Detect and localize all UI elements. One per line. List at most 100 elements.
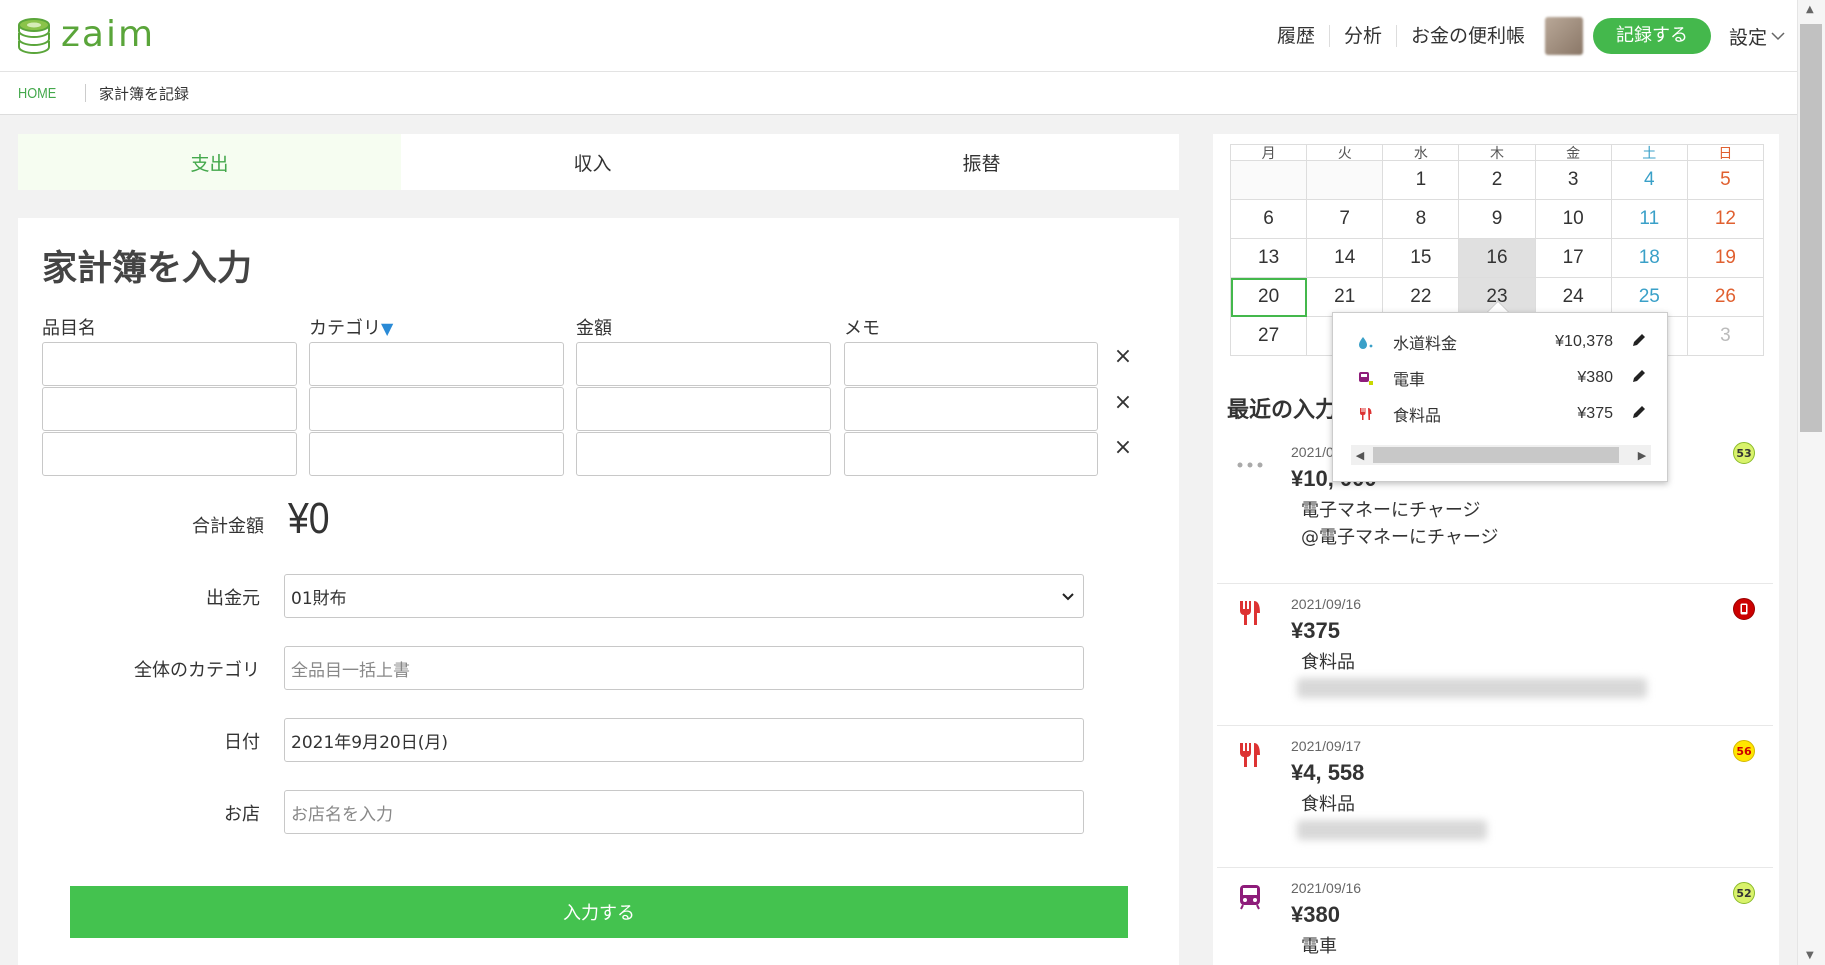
entry-memo: @電子マネーにチャージ — [1301, 527, 1499, 548]
pencil-icon[interactable] — [1631, 368, 1647, 388]
popup-item-amount: ¥375 — [1577, 405, 1613, 422]
popup-item[interactable]: 水道料金 ¥10,378 — [1333, 327, 1669, 357]
calendar-day-today[interactable]: 20 — [1229, 277, 1308, 317]
amount-input[interactable] — [576, 342, 831, 386]
source-label: 出金元 — [206, 588, 260, 609]
calendar-day[interactable]: 8 — [1382, 199, 1460, 239]
calendar-day[interactable]: 5 — [1686, 160, 1765, 200]
calendar-day-next-month[interactable]: 3 — [1686, 316, 1765, 356]
overall-category-input[interactable]: 全品目一括上書 — [284, 646, 1084, 690]
calendar-day[interactable]: 15 — [1382, 238, 1460, 278]
item-name-input[interactable] — [42, 432, 297, 476]
chevron-down-icon — [1771, 31, 1785, 40]
calendar-day[interactable]: 27 — [1229, 316, 1308, 356]
calendar-day[interactable]: 13 — [1229, 238, 1308, 278]
date-input[interactable]: 2021年9月20日(月) — [284, 718, 1084, 762]
zaim-logo[interactable]: zaim — [17, 16, 155, 54]
memo-input[interactable] — [844, 342, 1098, 386]
calendar-day[interactable]: 21 — [1306, 277, 1384, 317]
calendar-day-selected[interactable]: 16 — [1458, 238, 1536, 278]
calendar-week: 6 7 8 9 10 11 12 — [1229, 199, 1765, 239]
weekday-thu: 木 — [1458, 144, 1536, 161]
right-panel: 月 火 水 木 金 土 日 1 2 3 4 5 6 7 8 9 10 11 12… — [1213, 134, 1779, 965]
column-label-item: 品目名 — [42, 318, 96, 339]
pencil-icon[interactable] — [1631, 332, 1647, 352]
source-select[interactable]: 01財布 — [284, 574, 1084, 618]
calendar-day[interactable]: 6 — [1229, 199, 1308, 239]
coin-stack-icon — [17, 16, 53, 54]
memo-input[interactable] — [844, 432, 1098, 476]
train-icon — [1357, 369, 1375, 387]
breadcrumb-home[interactable]: HOME — [18, 85, 56, 102]
popup-item[interactable]: 食料品 ¥375 — [1333, 399, 1669, 429]
category-input[interactable] — [309, 342, 564, 386]
calendar-day[interactable]: 24 — [1534, 277, 1612, 317]
calendar-day[interactable]: 26 — [1686, 277, 1765, 317]
avatar[interactable] — [1544, 17, 1583, 55]
submit-button[interactable]: 入力する — [70, 886, 1128, 938]
train-icon — [1235, 882, 1265, 912]
record-button[interactable]: 記録する — [1592, 18, 1711, 54]
logo-text: zaim — [61, 14, 156, 55]
weekday-mon: 月 — [1229, 144, 1308, 161]
remove-row-icon[interactable]: × — [1113, 435, 1133, 460]
page-scroll-thumb[interactable] — [1800, 24, 1822, 432]
popup-scroll-thumb[interactable] — [1373, 447, 1619, 463]
category-input[interactable] — [309, 432, 564, 476]
score-badge: 52 — [1733, 882, 1755, 904]
nav-money-guide[interactable]: お金の便利帳 — [1397, 25, 1539, 47]
calendar-week: 1 2 3 4 5 — [1229, 160, 1765, 200]
amount-input[interactable] — [576, 387, 831, 431]
item-name-input[interactable] — [42, 342, 297, 386]
score-badge: 56 — [1733, 740, 1755, 762]
scroll-up-arrow-icon[interactable]: ▲ — [1806, 4, 1814, 15]
popup-item[interactable]: 電車 ¥380 — [1333, 363, 1669, 393]
calendar-day[interactable]: 7 — [1306, 199, 1384, 239]
entry-amount: ¥4, 558 — [1291, 760, 1365, 785]
calendar-day[interactable]: 14 — [1306, 238, 1384, 278]
remove-row-icon[interactable]: × — [1113, 344, 1133, 369]
calendar-day[interactable]: 2 — [1458, 160, 1536, 200]
popup-scrollbar[interactable]: ◀ ▶ — [1351, 445, 1651, 465]
shop-input[interactable]: お店名を入力 — [284, 790, 1084, 834]
nav-history[interactable]: 履歴 — [1263, 25, 1330, 47]
calendar-day[interactable]: 4 — [1610, 160, 1688, 200]
calendar-day[interactable]: 22 — [1382, 277, 1460, 317]
calendar-day[interactable]: 3 — [1534, 160, 1612, 200]
calendar-day[interactable]: 1 — [1382, 160, 1460, 200]
calendar-day[interactable]: 11 — [1610, 199, 1688, 239]
page-title: 家計簿を入力 — [42, 249, 253, 289]
column-label-amount: 金額 — [576, 318, 612, 339]
popup-item-name: 水道料金 — [1393, 334, 1458, 353]
scroll-down-arrow-icon[interactable]: ▼ — [1806, 950, 1814, 961]
tab-income[interactable]: 収入 — [401, 134, 784, 190]
settings-menu[interactable]: 設定 — [1729, 23, 1785, 50]
amount-input[interactable] — [576, 432, 831, 476]
page-scrollbar[interactable]: ▲ ▼ — [1797, 0, 1825, 965]
calendar-day[interactable]: 18 — [1610, 238, 1688, 278]
calendar-day[interactable]: 12 — [1686, 199, 1765, 239]
sort-triangle-icon[interactable]: ▼ — [381, 319, 393, 338]
scroll-left-arrow-icon[interactable]: ◀ — [1351, 445, 1369, 465]
entry-date: 2021/09/16 — [1291, 880, 1362, 896]
weekday-sat: 土 — [1610, 144, 1688, 161]
tab-transfer[interactable]: 振替 — [784, 134, 1179, 190]
calendar-day[interactable]: 10 — [1534, 199, 1612, 239]
recent-entry[interactable]: 2021/09/16 ¥375 食料品 — [1217, 584, 1773, 726]
recent-entry[interactable]: 2021/09/16 ¥380 電車 52 — [1217, 868, 1773, 965]
remove-row-icon[interactable]: × — [1113, 390, 1133, 415]
item-name-input[interactable] — [42, 387, 297, 431]
calendar-day[interactable]: 19 — [1686, 238, 1765, 278]
scroll-right-arrow-icon[interactable]: ▶ — [1633, 445, 1651, 465]
recent-entry[interactable]: 2021/09/17 ¥4, 558 食料品 56 — [1217, 726, 1773, 868]
memo-input[interactable] — [844, 387, 1098, 431]
tab-expense[interactable]: 支出 — [18, 134, 401, 190]
calendar-day[interactable]: 17 — [1534, 238, 1612, 278]
popup-item-name: 食料品 — [1393, 406, 1442, 425]
weekday-tue: 火 — [1306, 144, 1384, 161]
category-input[interactable] — [309, 387, 564, 431]
calendar-day[interactable]: 25 — [1610, 277, 1688, 317]
calendar-day[interactable]: 9 — [1458, 199, 1536, 239]
pencil-icon[interactable] — [1631, 404, 1647, 424]
nav-analysis[interactable]: 分析 — [1330, 25, 1397, 47]
